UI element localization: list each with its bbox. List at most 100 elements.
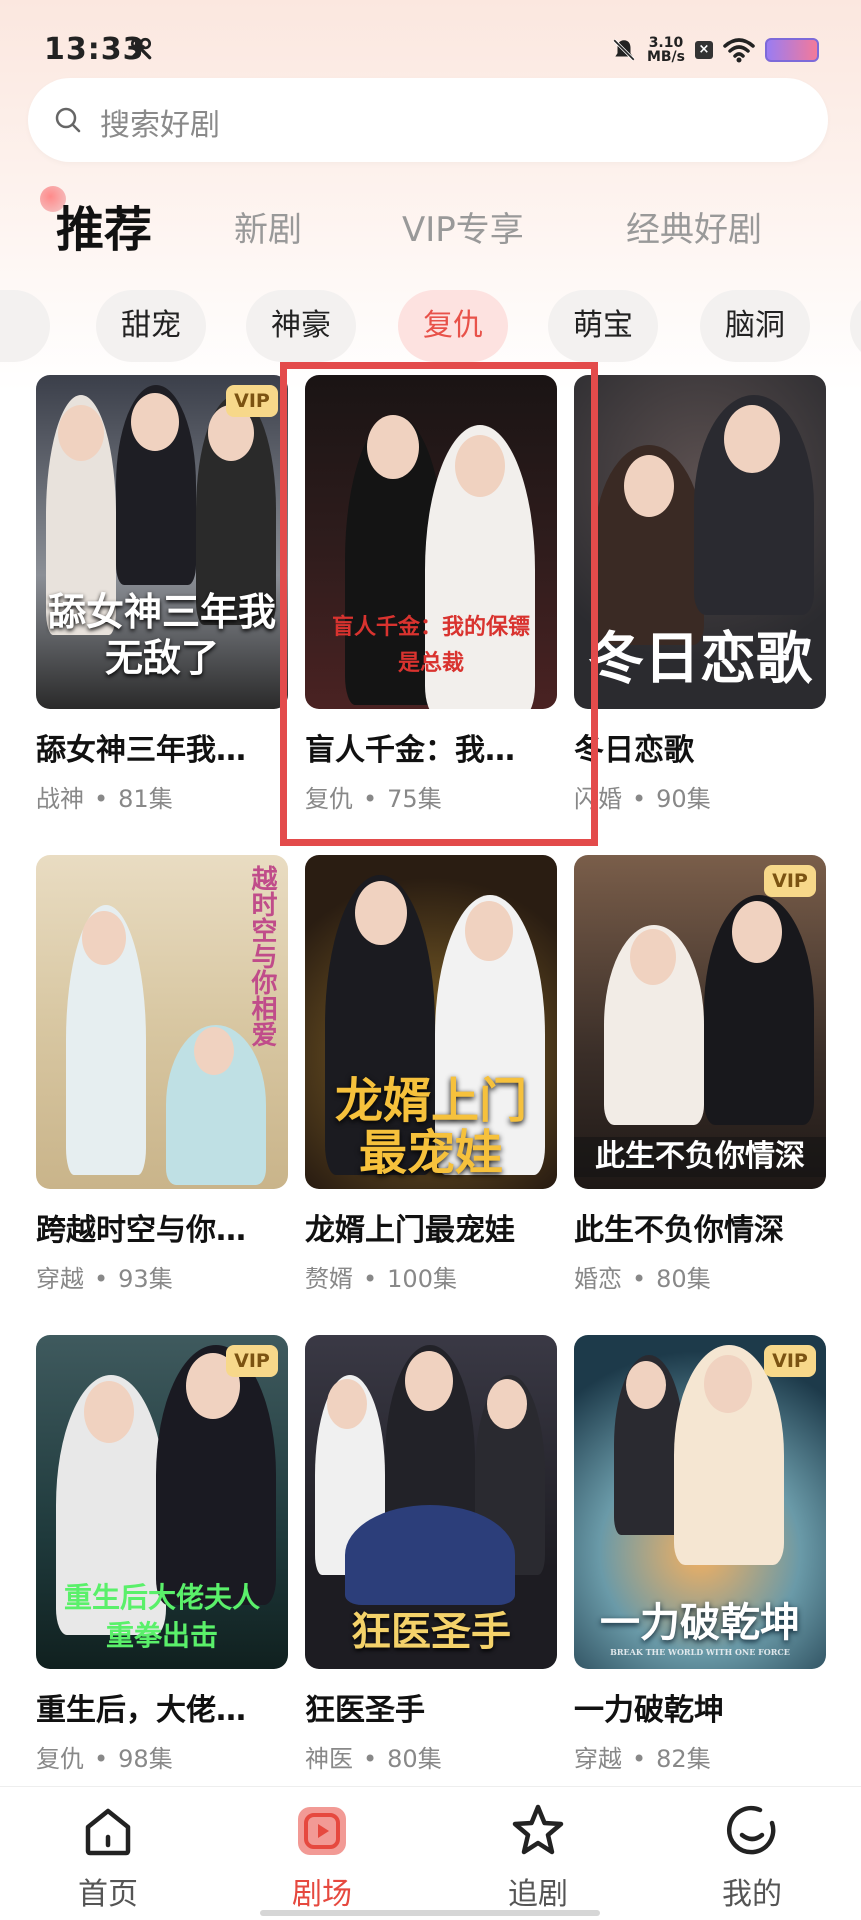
drama-genre: 赘婿 — [305, 1265, 353, 1293]
bottom-nav: 首页 剧场 追剧 我的 — [0, 1786, 861, 1920]
nav-follow-label: 追剧 — [508, 1877, 568, 1912]
drama-episodes: 100集 — [387, 1265, 457, 1293]
drama-poster[interactable]: 越时空与你相爱 — [36, 855, 288, 1189]
drama-meta: 神医 • 80集 — [305, 1739, 557, 1774]
drama-title: 一力破乾坤 — [574, 1693, 724, 1728]
tab-classic[interactable]: 经典好剧 — [626, 202, 762, 251]
drama-card[interactable]: VIP 重生后大佬夫人重拳出击 重生后，大佬… 复仇 • 98集 — [36, 1335, 288, 1774]
drama-title: 盲人千金：我… — [305, 733, 515, 768]
poster-subtitle-art: BREAK THE WORLD WITH ONE FORCE — [610, 1647, 790, 1657]
drama-episodes: 81集 — [118, 785, 173, 813]
chip-rich[interactable]: 神豪 — [246, 290, 356, 362]
drama-card[interactable]: 狂医圣手 狂医圣手 神医 • 80集 — [305, 1335, 557, 1774]
drama-poster[interactable]: VIP 一力破乾坤 BREAK THE WORLD WITH ONE FORCE — [574, 1335, 826, 1669]
drama-genre: 神医 — [305, 1745, 353, 1773]
chip-partial-left[interactable] — [0, 290, 50, 362]
net-speed-value: 3.10 — [648, 35, 684, 51]
nav-theater[interactable]: 剧场 — [262, 1801, 382, 1913]
poster-title-art: 舔女神三年我无敌了 — [47, 589, 276, 680]
drama-poster[interactable]: VIP 舔女神三年我无敌了 — [36, 375, 288, 709]
drama-genre: 穿越 — [36, 1265, 84, 1293]
meta-separator: • — [632, 1265, 647, 1293]
net-speed: 3.10 MB/s — [647, 36, 685, 64]
drama-episodes: 82集 — [656, 1745, 711, 1773]
drama-genre: 闪婚 — [574, 785, 622, 813]
drama-card[interactable]: VIP 一力破乾坤 BREAK THE WORLD WITH ONE FORCE… — [574, 1335, 826, 1774]
drama-meta: 战神 • 81集 — [36, 779, 288, 814]
drama-meta: 穿越 • 82集 — [574, 1739, 826, 1774]
drama-meta: 婚恋 • 80集 — [574, 1259, 826, 1294]
mute-icon — [613, 39, 635, 61]
search-placeholder: 搜索好剧 — [100, 108, 220, 143]
drama-episodes: 98集 — [118, 1745, 173, 1773]
vip-badge: VIP — [226, 385, 278, 417]
drama-title: 龙婿上门最宠娃 — [305, 1213, 515, 1248]
drama-card[interactable]: 龙婿上门最宠娃 龙婿上门最宠娃 赘婿 • 100集 — [305, 855, 557, 1294]
drama-meta: 赘婿 • 100集 — [305, 1259, 557, 1294]
drama-poster[interactable]: 龙婿上门最宠娃 — [305, 855, 557, 1189]
drama-poster[interactable]: VIP 此生不负你情深 — [574, 855, 826, 1189]
battery-icon — [765, 38, 819, 62]
chip-sweet[interactable]: 甜宠 — [96, 290, 206, 362]
drama-title: 此生不负你情深 — [574, 1213, 784, 1248]
drama-card[interactable]: VIP 舔女神三年我无敌了 舔女神三年我… 战神 • 81集 — [36, 375, 288, 814]
poster-title-art: 此生不负你情深 — [574, 1137, 826, 1177]
drama-episodes: 75集 — [387, 785, 442, 813]
drama-poster[interactable]: 盲人千金：我的保镖是总裁 — [305, 375, 557, 709]
poster-title-art: 龙婿上门最宠娃 — [334, 1073, 527, 1181]
wifi-icon — [723, 38, 755, 63]
smile-profile-icon — [726, 1805, 776, 1855]
drama-episodes: 80集 — [656, 1265, 711, 1293]
drama-poster[interactable]: VIP 重生后大佬夫人重拳出击 — [36, 1335, 288, 1669]
chip-baby[interactable]: 萌宝 — [548, 290, 658, 362]
drama-meta: 复仇 • 75集 — [305, 779, 557, 814]
poster-title-art: 狂医圣手 — [351, 1608, 511, 1655]
poster-title-art: 一力破乾坤 — [600, 1599, 800, 1646]
home-indicator[interactable] — [260, 1910, 600, 1916]
drama-episodes: 93集 — [118, 1265, 173, 1293]
drama-poster[interactable]: 冬日恋歌 — [574, 375, 826, 709]
drama-episodes: 80集 — [387, 1745, 442, 1773]
drama-genre: 复仇 — [305, 785, 353, 813]
nav-home[interactable]: 首页 — [48, 1801, 168, 1913]
drama-poster[interactable]: 狂医圣手 — [305, 1335, 557, 1669]
meta-separator: • — [363, 1745, 378, 1773]
drama-title: 跨越时空与你… — [36, 1213, 246, 1248]
chip-revenge[interactable]: 复仇 — [398, 290, 508, 362]
drama-meta: 闪婚 • 90集 — [574, 779, 826, 814]
drama-genre: 婚恋 — [574, 1265, 622, 1293]
meta-separator: • — [363, 785, 378, 813]
tab-recommend[interactable]: 推荐 — [56, 190, 152, 260]
meta-separator: • — [632, 785, 647, 813]
status-icons: 3.10 MB/s × — [611, 30, 819, 70]
search-icon — [55, 107, 81, 133]
drama-card[interactable]: 越时空与你相爱 跨越时空与你… 穿越 • 93集 — [36, 855, 288, 1294]
vip-badge: VIP — [226, 1345, 278, 1377]
nav-profile[interactable]: 我的 — [692, 1801, 812, 1913]
drama-title: 狂医圣手 — [305, 1693, 425, 1728]
chip-fantasy[interactable]: 脑洞 — [700, 290, 810, 362]
top-tabs: 推荐 新剧 VIP专享 经典好剧 — [0, 186, 861, 260]
nav-follow[interactable]: 追剧 — [478, 1801, 598, 1913]
drama-card[interactable]: 冬日恋歌 冬日恋歌 闪婚 • 90集 — [574, 375, 826, 814]
drama-genre: 战神 — [36, 785, 84, 813]
meta-separator: • — [632, 1745, 647, 1773]
net-speed-unit: MB/s — [646, 49, 685, 65]
search-input[interactable]: 搜索好剧 — [28, 78, 828, 162]
meta-separator: • — [94, 1745, 109, 1773]
chip-partial-right[interactable] — [850, 290, 861, 362]
tab-new[interactable]: 新剧 — [234, 202, 302, 251]
close-box-icon: × — [695, 41, 713, 59]
drama-title: 重生后，大佬… — [36, 1693, 246, 1728]
drama-card[interactable]: 盲人千金：我的保镖是总裁 盲人千金：我… 复仇 • 75集 — [305, 375, 557, 814]
drama-card[interactable]: VIP 此生不负你情深 此生不负你情深 婚恋 • 80集 — [574, 855, 826, 1294]
tab-vip[interactable]: VIP专享 — [402, 202, 524, 251]
poster-title-art: 重生后大佬夫人重拳出击 — [63, 1581, 260, 1652]
drama-episodes: 90集 — [656, 785, 711, 813]
theater-play-icon — [298, 1807, 346, 1855]
drama-genre: 复仇 — [36, 1745, 84, 1773]
meta-separator: • — [94, 785, 109, 813]
vip-badge: VIP — [764, 1345, 816, 1377]
drama-meta: 穿越 • 93集 — [36, 1259, 288, 1294]
poster-title-art: 盲人千金：我的保镖是总裁 — [331, 614, 530, 676]
